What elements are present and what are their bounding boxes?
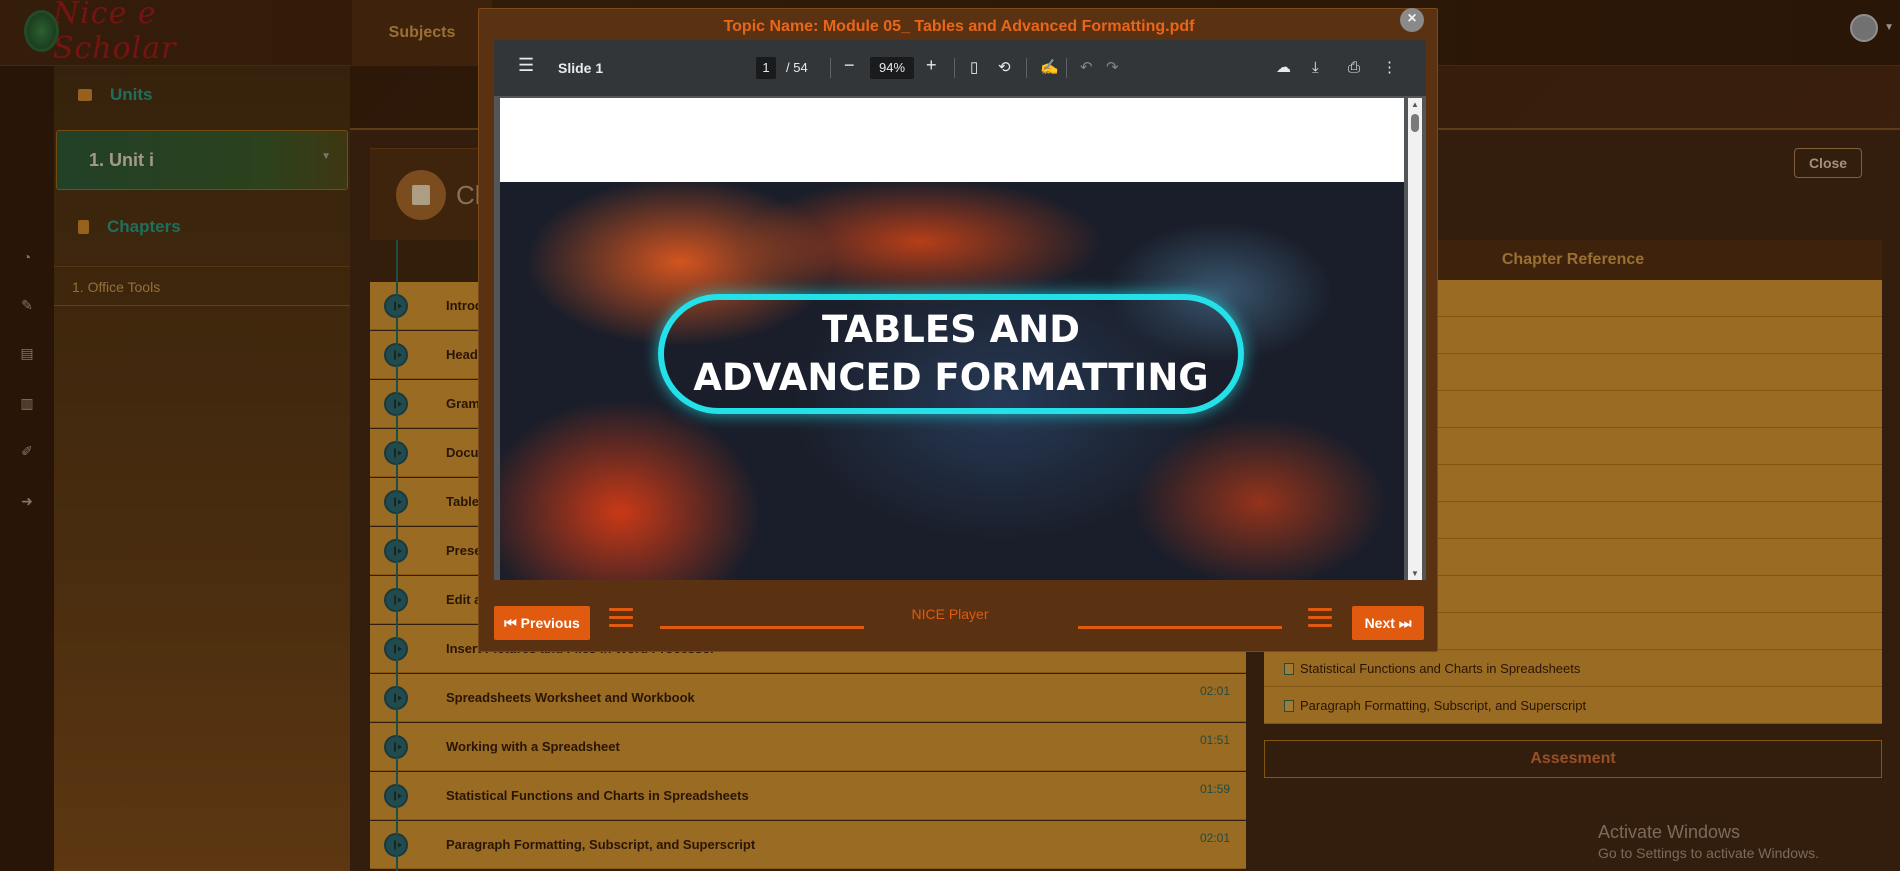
slide-heading-line-2: ADVANCED FORMATTING: [693, 356, 1209, 399]
pdf-toolbar: ☰ Slide 1 1 / 54 − 94% + ▯ ⟲ ✍ ↶ ↷ ☁ ⤓ ⎙…: [494, 40, 1426, 96]
toolbar-divider: [1066, 58, 1067, 78]
annotate-icon[interactable]: ✍: [1040, 60, 1059, 76]
zoom-input[interactable]: 94%: [870, 57, 914, 79]
print-icon[interactable]: ⎙: [1348, 60, 1360, 76]
menu-icon[interactable]: ☰: [518, 56, 534, 74]
fit-page-icon[interactable]: ▯: [970, 60, 978, 76]
page-number-input[interactable]: 1: [756, 57, 776, 79]
progress-line-right: [1078, 626, 1282, 629]
pdf-page: TABLES AND ADVANCED FORMATTING: [500, 98, 1404, 580]
previous-label: Previous: [520, 615, 580, 631]
toolbar-divider: [830, 58, 831, 78]
toolbar-divider: [1026, 58, 1027, 78]
scroll-down-icon[interactable]: ▼: [1411, 569, 1419, 578]
scroll-up-icon[interactable]: ▲: [1411, 100, 1419, 109]
rotate-icon[interactable]: ⟲: [998, 60, 1011, 76]
slide-heading-line-1: TABLES AND: [822, 308, 1080, 351]
menu-icon[interactable]: [609, 608, 633, 630]
pdf-scrollbar[interactable]: ▲ ▼: [1408, 98, 1422, 580]
menu-icon[interactable]: [1308, 608, 1332, 630]
next-button[interactable]: Next ⏭: [1352, 606, 1424, 640]
previous-button[interactable]: ⏮ Previous: [494, 606, 590, 640]
next-label: Next: [1364, 615, 1395, 631]
more-options-icon[interactable]: ⋮: [1382, 60, 1397, 76]
skip-back-icon: ⏮: [504, 615, 517, 631]
page-total: / 54: [786, 60, 808, 75]
slide-heading: TABLES AND ADVANCED FORMATTING: [658, 306, 1244, 402]
close-icon[interactable]: ×: [1400, 8, 1424, 32]
download-icon[interactable]: ⤓: [1312, 60, 1319, 76]
skip-forward-icon: ⏭: [1398, 615, 1412, 631]
slide-background-image: TABLES AND ADVANCED FORMATTING: [500, 182, 1404, 580]
scroll-thumb[interactable]: [1411, 114, 1419, 132]
player-name: NICE Player: [911, 606, 989, 622]
zoom-in-icon[interactable]: +: [926, 56, 937, 74]
toolbar-divider: [954, 58, 955, 78]
progress-line-left: [660, 626, 864, 629]
save-to-drive-icon[interactable]: ☁: [1276, 60, 1291, 76]
undo-icon[interactable]: ↶: [1080, 60, 1093, 76]
redo-icon[interactable]: ↷: [1106, 60, 1119, 76]
pdf-doc-title: Slide 1: [558, 60, 604, 76]
zoom-out-icon[interactable]: −: [844, 56, 855, 74]
